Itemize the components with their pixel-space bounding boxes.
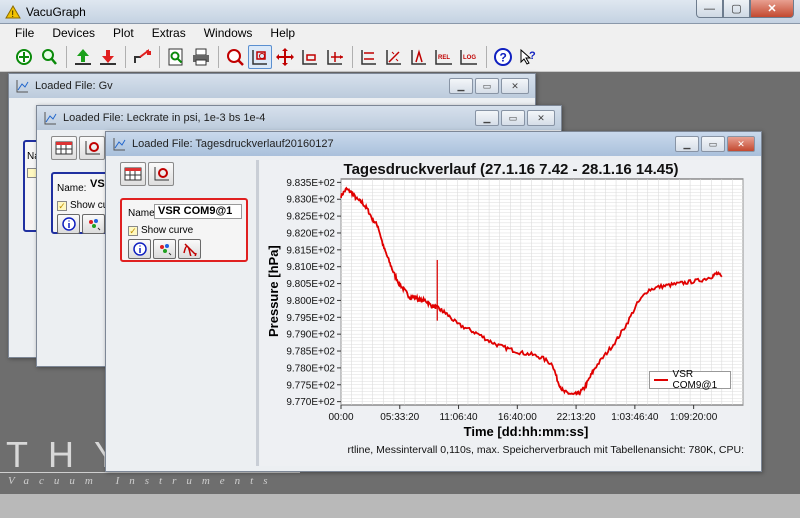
scale-icon[interactable] xyxy=(407,45,431,69)
menu-windows[interactable]: Windows xyxy=(195,26,262,40)
status-text: rtline, Messintervall 0,110s, max. Speic… xyxy=(347,444,744,456)
window-title: Loaded File: Gv xyxy=(35,80,113,92)
window-close-button[interactable]: ✕ xyxy=(527,110,555,126)
close-button[interactable]: ✕ xyxy=(750,0,794,18)
legend-label: VSR COM9@1 xyxy=(672,369,718,391)
show-curve-option[interactable]: ✓ Show curve xyxy=(128,225,193,236)
window-titlebar: Loaded File: Leckrate in psi, 1e-3 bs 1e… xyxy=(37,106,561,130)
show-curve-checkbox[interactable]: ✓ xyxy=(128,225,138,236)
window-title: Loaded File: Tagesdruckverlauf20160127 xyxy=(132,138,334,150)
svg-text:!: ! xyxy=(12,9,15,19)
chart-icon xyxy=(43,111,57,128)
window-restore-button[interactable]: ▭ xyxy=(501,110,525,126)
axis-range-icon[interactable] xyxy=(357,45,381,69)
panel-splitter[interactable] xyxy=(256,160,259,466)
menu-extras[interactable]: Extras xyxy=(143,26,195,40)
x-axis-label: Time [dd:hh:mm:ss] xyxy=(463,424,589,439)
toolbar: REL LOG ? ? xyxy=(0,42,800,72)
add-device-icon[interactable] xyxy=(12,45,36,69)
svg-text:LOG: LOG xyxy=(463,55,476,61)
chart-icon xyxy=(15,79,29,96)
toolbar-separator xyxy=(125,45,126,68)
info-button[interactable] xyxy=(57,214,80,234)
chart-icon xyxy=(112,137,126,154)
color-button[interactable] xyxy=(82,214,105,234)
chart-title: Tagesdruckverlauf (27.1.16 7.42 - 28.1.1… xyxy=(343,161,679,178)
zoom-icon[interactable] xyxy=(223,45,247,69)
print-icon[interactable] xyxy=(189,45,213,69)
toolbar-separator xyxy=(486,45,487,68)
help-icon[interactable]: ? xyxy=(491,45,515,69)
menu-plot[interactable]: Plot xyxy=(104,26,143,40)
window-minimize-button[interactable]: ▁ xyxy=(475,110,499,126)
zoom-region-icon[interactable] xyxy=(248,44,272,69)
window-minimize-button[interactable]: ▁ xyxy=(449,78,473,94)
rel-icon[interactable]: REL xyxy=(432,45,456,69)
context-help-icon[interactable]: ? xyxy=(516,45,540,69)
name-label: Name: xyxy=(57,183,87,194)
show-curve-checkbox[interactable]: ✓ xyxy=(57,200,67,211)
curve-box: Name: VSH ✓ Show cu xyxy=(51,172,113,234)
window-close-button[interactable]: ✕ xyxy=(501,78,529,94)
zoom-y-icon[interactable] xyxy=(323,45,347,69)
table-view-button[interactable] xyxy=(120,162,146,186)
zoom-x-icon[interactable] xyxy=(298,45,322,69)
show-curve-label: Show cu xyxy=(70,200,109,211)
toolbar-separator xyxy=(352,45,353,68)
window-close-button[interactable]: ✕ xyxy=(727,136,755,152)
show-curve-label: Show curve xyxy=(141,225,194,236)
window-minimize-button[interactable]: ▁ xyxy=(675,136,699,152)
search-device-icon[interactable] xyxy=(37,45,61,69)
y-axis-label: Pressure [hPa] xyxy=(266,245,281,337)
zoom-doc-icon[interactable] xyxy=(164,45,188,69)
window-titlebar: Loaded File: Tagesdruckverlauf20160127 ▁… xyxy=(106,132,761,156)
show-curve-option[interactable]: ✓ Show cu xyxy=(57,200,108,211)
color-button[interactable] xyxy=(153,239,176,259)
curve-name-field[interactable]: VSR COM9@1 xyxy=(154,204,242,219)
menu-devices[interactable]: Devices xyxy=(43,26,104,40)
legend-swatch xyxy=(654,379,668,381)
thyracont-logo-subtitle: Vacuum Instruments xyxy=(8,475,278,487)
download-icon[interactable] xyxy=(96,45,120,69)
minimize-button[interactable]: — xyxy=(696,0,723,18)
upload-icon[interactable] xyxy=(71,45,95,69)
info-button[interactable] xyxy=(128,239,151,259)
window-title: Loaded File: Leckrate in psi, 1e-3 bs 1e… xyxy=(63,112,266,124)
toolbar-separator xyxy=(218,45,219,68)
maximize-button[interactable]: ▢ xyxy=(723,0,750,18)
bottom-strip xyxy=(0,494,800,518)
app-titlebar: ! VacuGraph — ▢ ✕ xyxy=(0,0,800,24)
fit-icon[interactable] xyxy=(382,45,406,69)
logo-divider xyxy=(0,472,300,473)
remove-curve-button[interactable] xyxy=(178,239,201,259)
window-titlebar: Loaded File: Gv ▁ ▭ ✕ xyxy=(9,74,535,98)
svg-text:?: ? xyxy=(500,50,507,64)
chart-legend: VSR COM9@1 xyxy=(649,369,731,391)
window-restore-button[interactable]: ▭ xyxy=(475,78,499,94)
chart-area[interactable] xyxy=(260,160,750,466)
curve-box: Name: VSR COM9@1 ✓ Show curve xyxy=(120,198,248,262)
svg-text:REL: REL xyxy=(438,55,450,61)
toolbar-separator xyxy=(66,45,67,68)
menu-help[interactable]: Help xyxy=(261,26,304,40)
table-view-button[interactable] xyxy=(51,136,77,160)
pan-icon[interactable] xyxy=(273,45,297,69)
menu-file[interactable]: File xyxy=(6,26,43,40)
axis-settings-button[interactable] xyxy=(79,136,105,160)
menu-bar: File Devices Plot Extras Windows Help xyxy=(0,24,800,42)
export-icon[interactable] xyxy=(130,45,154,69)
log-icon[interactable]: LOG xyxy=(457,45,481,69)
svg-text:?: ? xyxy=(529,50,536,62)
window-restore-button[interactable]: ▭ xyxy=(701,136,725,152)
axis-settings-button[interactable] xyxy=(148,162,174,186)
window-tagesdruckverlauf[interactable]: Loaded File: Tagesdruckverlauf20160127 ▁… xyxy=(105,131,762,472)
vacugraph-app-icon: ! xyxy=(5,5,21,22)
toolbar-separator xyxy=(159,45,160,68)
app-title: VacuGraph xyxy=(26,5,86,19)
